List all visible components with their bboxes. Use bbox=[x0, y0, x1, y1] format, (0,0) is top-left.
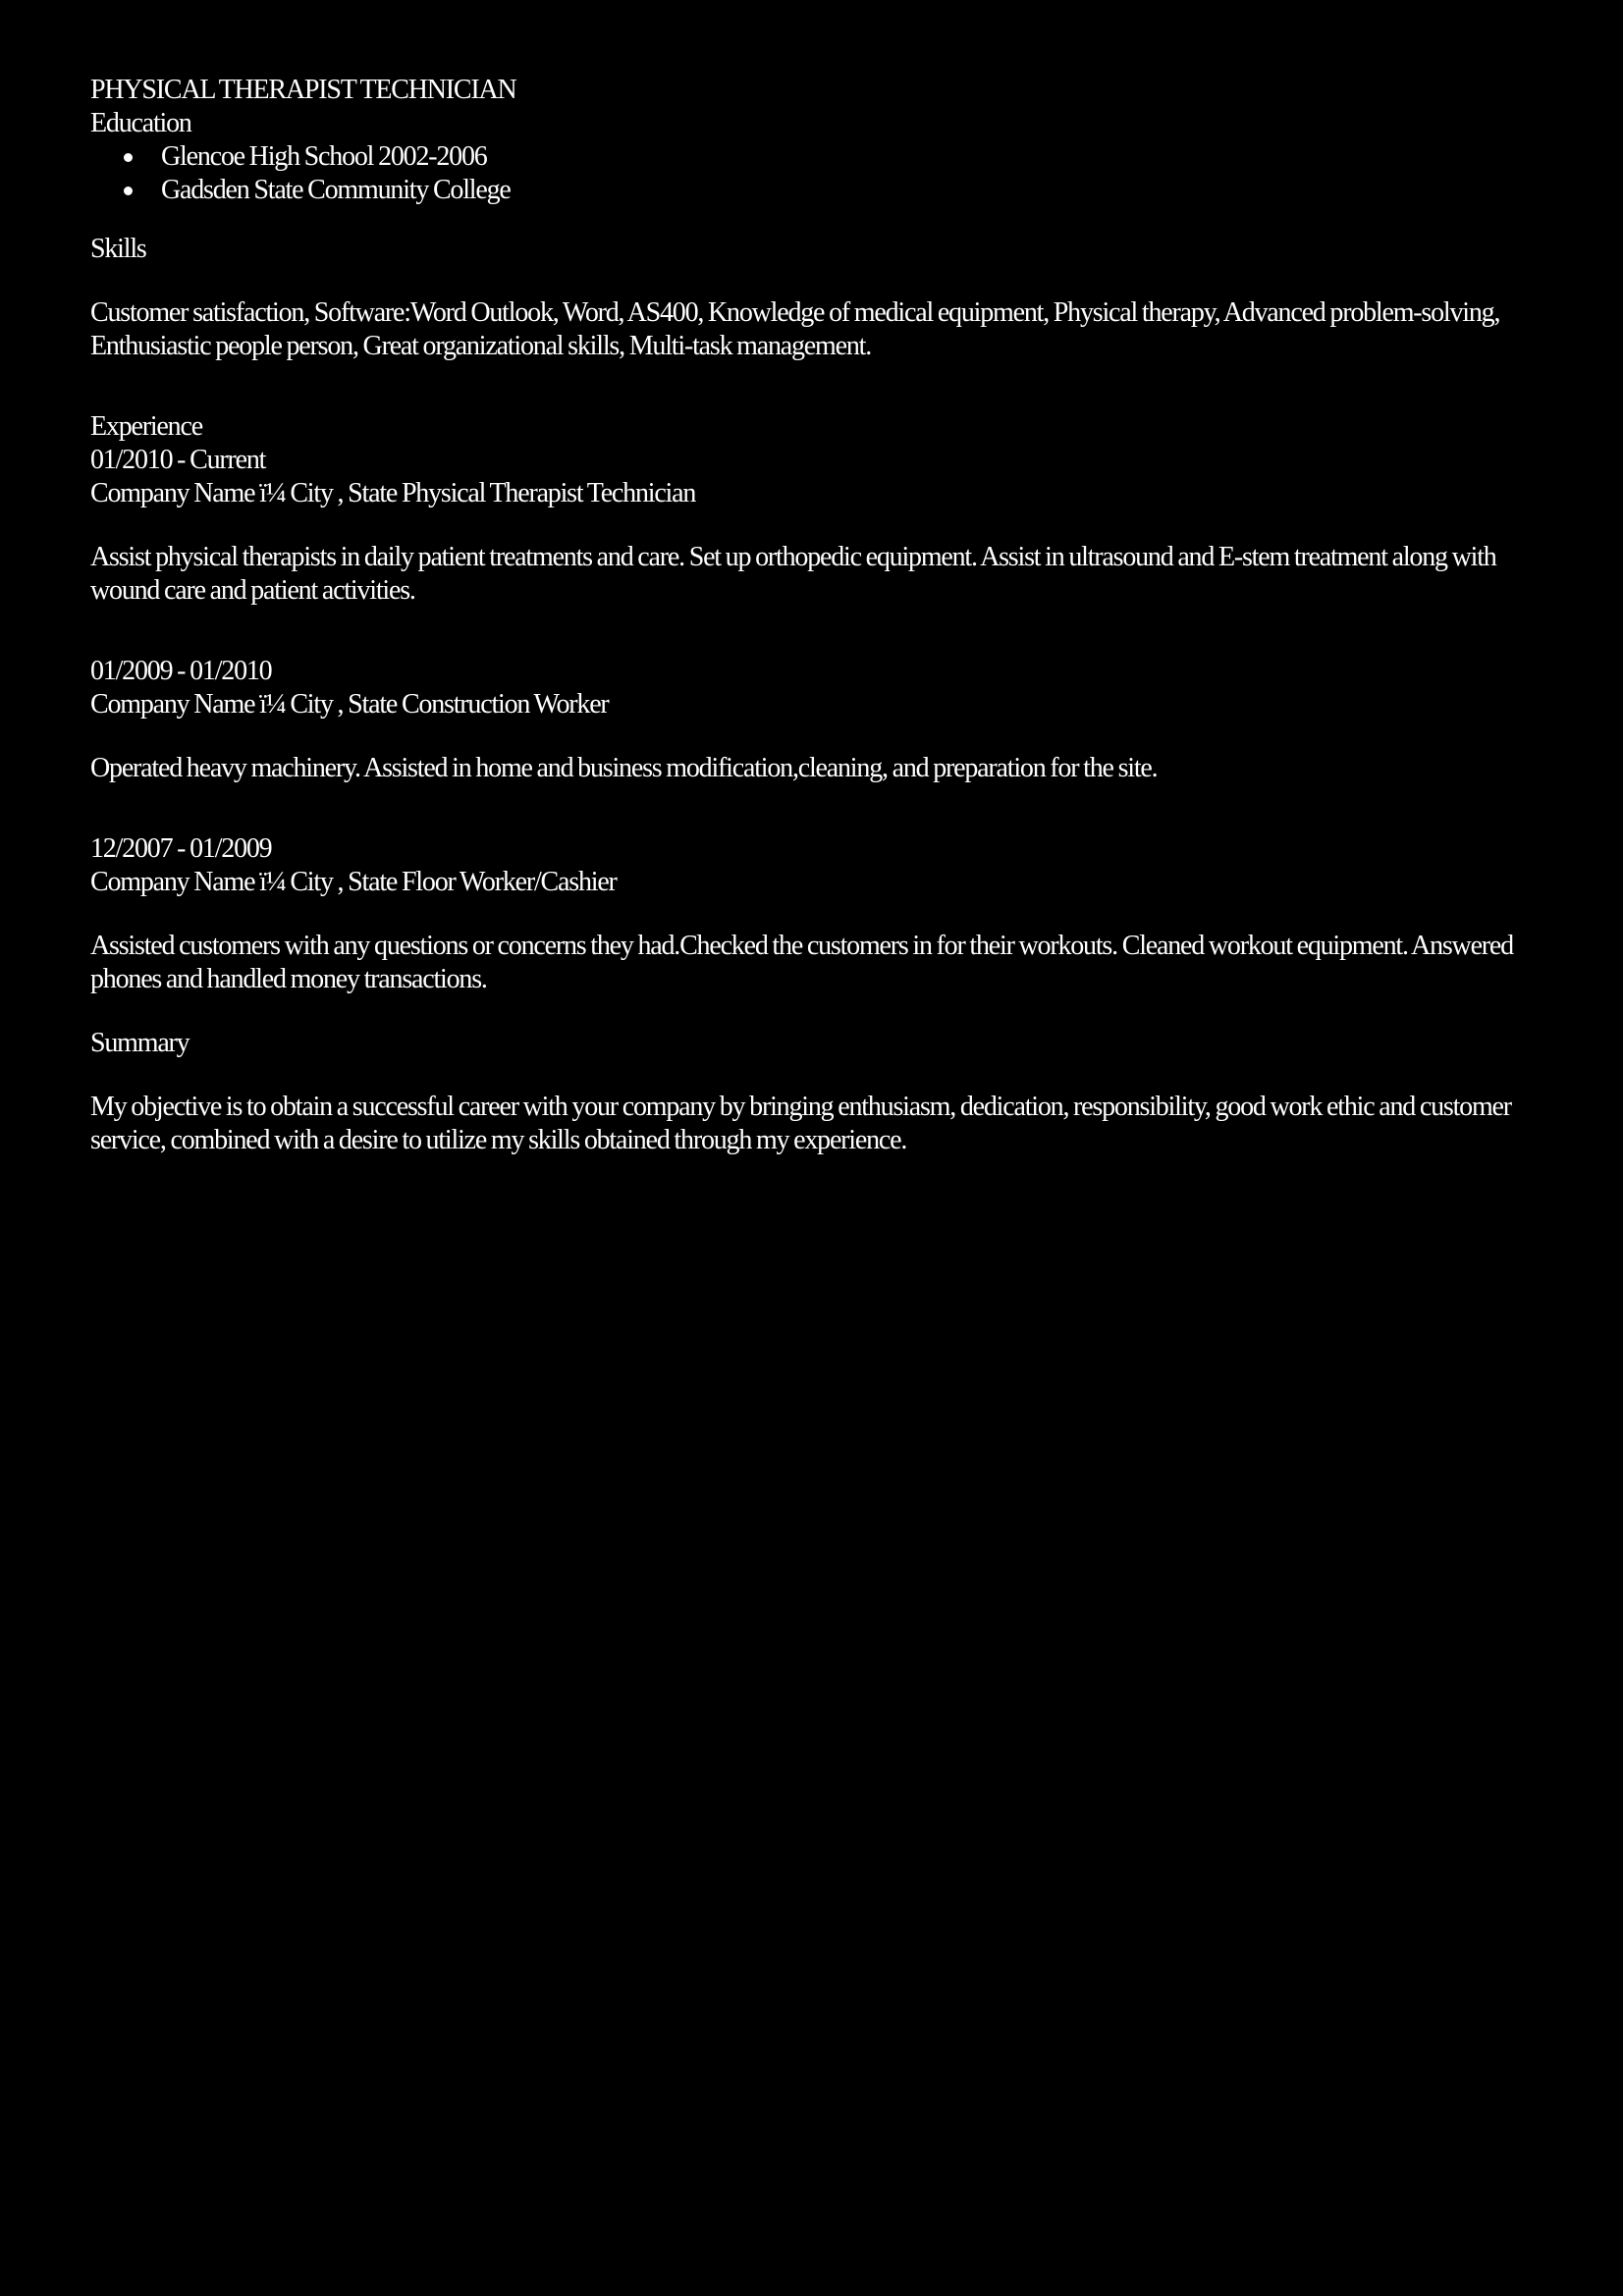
job-company-line: Company Name ï¼ City , State Constructio… bbox=[90, 689, 610, 720]
education-item-text: Gadsden State Community College bbox=[161, 175, 512, 205]
resume-page: PHYSICAL THERAPIST TECHNICIAN Education … bbox=[0, 0, 1623, 1157]
job-entry: 01/2009 - 01/2010 Company Name ï¼ City ,… bbox=[90, 655, 1533, 785]
job-description: Assisted customers with any questions or… bbox=[90, 931, 1514, 994]
education-item: Gadsden State Community College bbox=[124, 174, 1533, 207]
bullet-icon bbox=[124, 187, 133, 195]
education-item-text: Glencoe High School 2002-2006 bbox=[161, 141, 488, 172]
skills-text: Customer satisfaction, Software:Word Out… bbox=[90, 297, 1500, 361]
job-dates: 01/2009 - 01/2010 bbox=[90, 656, 273, 686]
resume-title: PHYSICAL THERAPIST TECHNICIAN bbox=[90, 75, 517, 105]
education-list: Glencoe High School 2002-2006 Gadsden St… bbox=[90, 140, 1533, 207]
job-description: Assist physical therapists in daily pati… bbox=[90, 542, 1497, 606]
job-entry: 12/2007 - 01/2009 Company Name ï¼ City ,… bbox=[90, 832, 1533, 996]
job-company-line: Company Name ï¼ City , State Floor Worke… bbox=[90, 867, 618, 897]
summary-heading: Summary bbox=[90, 1028, 190, 1058]
job-description: Operated heavy machinery. Assisted in ho… bbox=[90, 753, 1159, 783]
job-entry: 01/2010 - Current Company Name ï¼ City ,… bbox=[90, 444, 1533, 608]
education-item: Glencoe High School 2002-2006 bbox=[124, 140, 1533, 174]
summary-text: My objective is to obtain a successful c… bbox=[90, 1092, 1512, 1155]
education-heading: Education bbox=[90, 108, 192, 138]
job-company-line: Company Name ï¼ City , State Physical Th… bbox=[90, 478, 696, 508]
job-dates: 12/2007 - 01/2009 bbox=[90, 833, 273, 864]
skills-heading: Skills bbox=[90, 234, 147, 264]
job-dates: 01/2010 - Current bbox=[90, 445, 266, 475]
bullet-icon bbox=[124, 153, 133, 162]
experience-heading: Experience bbox=[90, 411, 203, 442]
